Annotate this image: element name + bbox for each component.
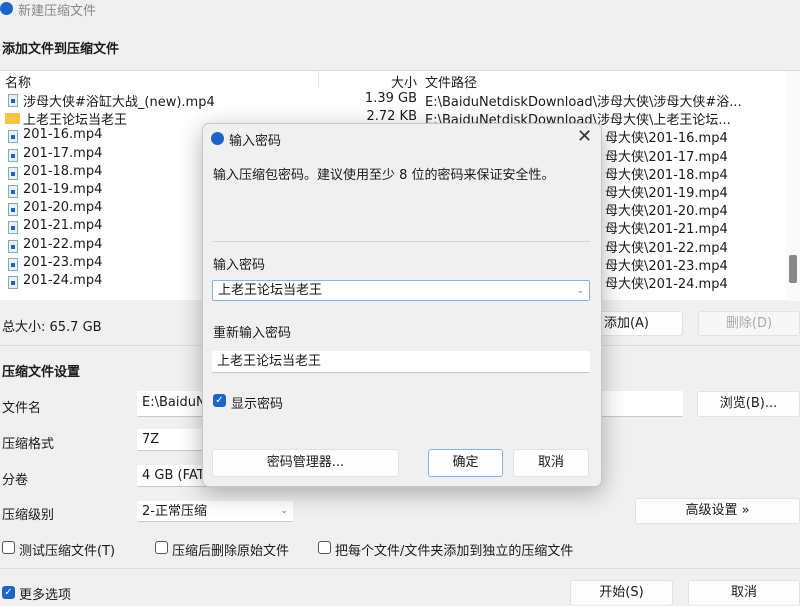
- scrollbar-thumb[interactable]: [789, 255, 797, 283]
- separate-archives-label[interactable]: 把每个文件/文件夹添加到独立的压缩文件: [335, 540, 573, 559]
- file-name: 201-22.mp4: [23, 236, 103, 252]
- delete-original-label[interactable]: 压缩后删除原始文件: [172, 540, 289, 559]
- password-value: 上老王论坛当老王: [218, 283, 323, 298]
- confirm-password-input[interactable]: 上老王论坛当老王: [212, 351, 590, 373]
- file-path: 母大侠\201-17.mp4: [605, 149, 728, 165]
- video-file-icon: [8, 257, 18, 271]
- file-path: 母大侠\201-20.mp4: [605, 204, 728, 220]
- divider: [0, 568, 800, 569]
- delete-original-checkbox[interactable]: [155, 541, 168, 554]
- col-size[interactable]: 大小: [391, 72, 417, 91]
- confirm-password-label: 重新输入密码: [213, 326, 292, 341]
- file-path: 母大侠\201-16.mp4: [605, 131, 728, 147]
- file-size: 1.39 GB: [364, 91, 417, 106]
- file-name: 201-20.mp4: [23, 200, 103, 216]
- file-name: 201-24.mp4: [23, 273, 103, 288]
- split-label: 分卷: [2, 473, 29, 488]
- total-size: 总大小: 65.7 GB: [2, 320, 102, 335]
- file-path: 母大侠\201-21.mp4: [605, 222, 728, 238]
- video-file-icon: [8, 94, 18, 107]
- video-file-icon: [8, 148, 18, 162]
- show-password-label[interactable]: 显示密码: [231, 393, 283, 412]
- video-file-icon: [8, 130, 18, 144]
- password-combobox[interactable]: 上老王论坛当老王 ⌄: [212, 280, 590, 301]
- chevron-down-icon[interactable]: ⌄: [576, 281, 584, 300]
- file-name: 201-23.mp4: [23, 254, 103, 270]
- separate-archives-checkbox[interactable]: [318, 541, 331, 554]
- file-path: 母大侠\201-23.mp4: [605, 258, 728, 274]
- video-file-icon: [8, 166, 18, 180]
- file-path: 母大侠\201-24.mp4: [605, 277, 728, 292]
- ok-button[interactable]: 确定: [428, 449, 503, 477]
- level-value: 2-正常压缩: [142, 504, 207, 519]
- col-divider: [318, 71, 319, 89]
- file-name: 201-17.mp4: [23, 145, 103, 161]
- dialog-cancel-button[interactable]: 取消: [513, 449, 589, 477]
- table-row[interactable]: 涉母大侠#浴缸大战_(new).mp4 1.39 GB E:\BaiduNetd…: [0, 91, 785, 110]
- filename-label: 文件名: [2, 401, 42, 416]
- file-name: 上老王论坛当老王: [23, 113, 128, 129]
- video-file-icon: [8, 239, 18, 253]
- password-label: 输入密码: [213, 258, 266, 273]
- file-size: 2.72 KB: [366, 109, 417, 125]
- file-path: 母大侠\201-22.mp4: [605, 240, 728, 256]
- dialog-title: 输入密码: [229, 134, 282, 149]
- divider: [213, 241, 590, 242]
- file-name: 201-19.mp4: [23, 182, 103, 197]
- folder-icon: [5, 113, 20, 125]
- file-name: 201-21.mp4: [23, 218, 103, 234]
- test-label[interactable]: 测试压缩文件(T): [19, 540, 115, 559]
- video-file-icon: [8, 276, 18, 289]
- list-header: 名称 大小 文件路径: [0, 71, 785, 91]
- col-path[interactable]: 文件路径: [425, 72, 477, 91]
- window-title: 新建压缩文件: [18, 4, 97, 19]
- dialog-description: 输入压缩包密码。建议使用至少 8 位的密码来保证安全性。: [213, 168, 555, 183]
- start-button[interactable]: 开始(S): [570, 580, 673, 606]
- delete-button[interactable]: 删除(D): [698, 311, 800, 336]
- col-name[interactable]: 名称: [5, 72, 31, 91]
- video-file-icon: [8, 185, 18, 198]
- video-file-icon: [8, 221, 18, 235]
- advanced-button[interactable]: 高级设置 »: [635, 498, 800, 524]
- scrollbar[interactable]: [786, 71, 800, 301]
- cancel-button[interactable]: 取消: [688, 580, 800, 606]
- chevron-down-icon: ⌄: [280, 506, 288, 516]
- browse-button[interactable]: 浏览(B)...: [697, 391, 800, 417]
- file-name: 201-18.mp4: [23, 163, 103, 179]
- file-path: E:\BaiduNetdiskDownload\涉母大侠\涉母大侠#浴...: [425, 95, 742, 110]
- app-icon: [211, 132, 224, 145]
- video-file-icon: [8, 203, 18, 217]
- password-dialog: 输入密码 ✕ 输入压缩包密码。建议使用至少 8 位的密码来保证安全性。 输入密码…: [202, 123, 602, 487]
- file-path: 母大侠\201-18.mp4: [605, 167, 728, 183]
- app-icon: [0, 2, 13, 15]
- show-password-checkbox[interactable]: ✓: [213, 394, 226, 407]
- level-select[interactable]: 2-正常压缩 ⌄: [137, 501, 293, 522]
- file-name: 201-16.mp4: [23, 127, 103, 143]
- settings-heading: 压缩文件设置: [2, 365, 81, 380]
- file-path: 母大侠\201-19.mp4: [605, 186, 728, 201]
- test-checkbox[interactable]: [2, 541, 15, 554]
- password-manager-button[interactable]: 密码管理器...: [212, 449, 399, 477]
- file-name: 涉母大侠#浴缸大战_(new).mp4: [23, 95, 215, 110]
- level-label: 压缩级别: [2, 508, 55, 523]
- more-options-checkbox[interactable]: ✓: [2, 586, 15, 599]
- close-icon[interactable]: ✕: [577, 126, 592, 147]
- title-bar: 新建压缩文件: [0, 0, 800, 19]
- format-label: 压缩格式: [2, 437, 55, 452]
- add-heading: 添加文件到压缩文件: [2, 42, 120, 57]
